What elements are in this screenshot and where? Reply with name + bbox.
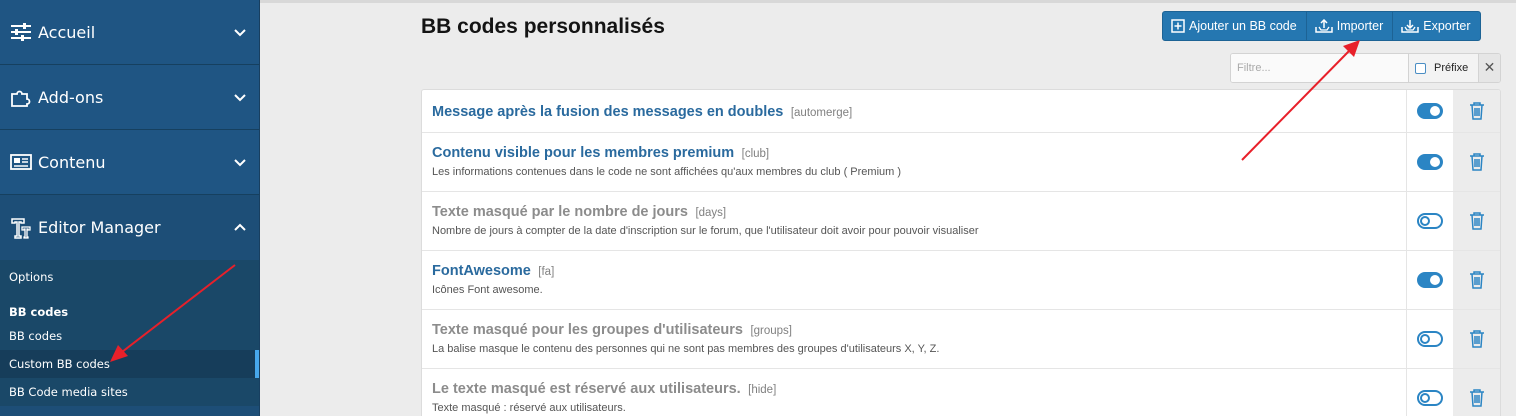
prefix-label: Préfixe bbox=[1434, 62, 1469, 74]
toggle-cell bbox=[1406, 133, 1453, 191]
enable-toggle[interactable] bbox=[1417, 331, 1443, 347]
submenu-custom-bbcodes[interactable]: Custom BB codes bbox=[0, 350, 259, 378]
nav-label: Editor Manager bbox=[38, 218, 161, 237]
nav-section-editor-manager[interactable]: Editor Manager bbox=[0, 195, 259, 260]
row-description: Nombre de jours à compter de la date d'i… bbox=[432, 225, 979, 237]
newspaper-icon bbox=[10, 151, 32, 173]
toggle-cell bbox=[1406, 369, 1453, 416]
row-title: FontAwesome bbox=[432, 263, 531, 279]
enable-toggle[interactable] bbox=[1417, 213, 1443, 229]
delete-button[interactable] bbox=[1453, 192, 1500, 250]
header-button-group: Ajouter un BB code Importer Exporter bbox=[1162, 11, 1481, 41]
toggle-cell bbox=[1406, 90, 1453, 132]
add-bbcode-button[interactable]: Ajouter un BB code bbox=[1163, 12, 1307, 40]
nav-label: Accueil bbox=[38, 22, 96, 42]
delete-button[interactable] bbox=[1453, 369, 1500, 416]
nav-label: Contenu bbox=[38, 152, 106, 172]
row-link[interactable]: Contenu visible pour les membres premium… bbox=[422, 133, 1406, 191]
text-tool-icon bbox=[10, 217, 32, 239]
delete-button[interactable] bbox=[1453, 251, 1500, 309]
filter-bar: Préfixe ✕ bbox=[1230, 53, 1501, 83]
nav-section-contenu[interactable]: Contenu bbox=[0, 130, 259, 195]
clear-filter-button[interactable]: ✕ bbox=[1478, 54, 1500, 82]
nav-section-add-ons[interactable]: Add-ons bbox=[0, 65, 259, 130]
chevron-down-icon bbox=[234, 159, 246, 167]
submenu-bbcode-media-sites[interactable]: BB Code media sites bbox=[0, 378, 259, 406]
submenu-heading-bbcodes: BB codes bbox=[9, 305, 69, 319]
trash-icon bbox=[1469, 330, 1484, 348]
trash-icon bbox=[1469, 153, 1484, 171]
row-link[interactable]: Texte masqué pour les groupes d'utilisat… bbox=[422, 310, 1406, 368]
submenu-options[interactable]: Options bbox=[0, 260, 259, 294]
list-item: FontAwesome [fa] Icônes Font awesome. bbox=[422, 251, 1500, 310]
row-key: [groups] bbox=[750, 325, 792, 337]
bbcode-list: Message après la fusion des messages en … bbox=[421, 89, 1501, 416]
trash-icon bbox=[1469, 102, 1484, 120]
sliders-icon bbox=[10, 21, 32, 43]
prefix-toggle[interactable]: Préfixe bbox=[1408, 54, 1478, 82]
editor-manager-submenu: Options BB codes BB codes Custom BB code… bbox=[0, 260, 259, 406]
row-description: Les informations contenues dans le code … bbox=[432, 166, 902, 178]
enable-toggle[interactable] bbox=[1417, 154, 1443, 170]
export-button[interactable]: Exporter bbox=[1393, 12, 1479, 40]
top-strip bbox=[260, 0, 1516, 3]
row-title: Contenu visible pour les membres premium bbox=[432, 145, 735, 161]
delete-button[interactable] bbox=[1453, 310, 1500, 368]
row-key: [days] bbox=[695, 207, 727, 219]
nav-label: Add-ons bbox=[38, 87, 104, 107]
enable-toggle[interactable] bbox=[1417, 272, 1443, 288]
download-tray-icon bbox=[1401, 20, 1420, 33]
row-key: [hide] bbox=[748, 384, 777, 396]
row-title: Texte masqué par le nombre de jours bbox=[432, 204, 688, 220]
row-description: Icônes Font awesome. bbox=[432, 284, 543, 296]
delete-button[interactable] bbox=[1453, 90, 1500, 132]
add-bbcode-label: Ajouter un BB code bbox=[1189, 19, 1297, 33]
trash-icon bbox=[1469, 271, 1484, 289]
list-item: Message après la fusion des messages en … bbox=[422, 90, 1500, 133]
list-item: Texte masqué par le nombre de jours [day… bbox=[422, 192, 1500, 251]
puzzle-icon bbox=[10, 86, 32, 108]
plus-square-icon bbox=[1171, 19, 1185, 33]
row-key: [automerge] bbox=[790, 107, 853, 119]
submenu-bbcodes[interactable]: BB codes bbox=[0, 322, 259, 350]
trash-icon bbox=[1469, 389, 1484, 407]
upload-tray-icon bbox=[1314, 19, 1333, 33]
import-button[interactable]: Importer bbox=[1307, 12, 1394, 40]
row-description: Texte masqué : réservé aux utilisateurs. bbox=[432, 402, 626, 414]
row-title: Le texte masqué est réservé aux utilisat… bbox=[432, 381, 741, 397]
filter-input[interactable] bbox=[1231, 54, 1408, 82]
export-label: Exporter bbox=[1423, 19, 1471, 33]
chevron-down-icon bbox=[234, 94, 246, 102]
row-title: Message après la fusion des messages en … bbox=[432, 104, 784, 120]
page-title: BB codes personnalisés bbox=[421, 15, 665, 38]
row-link[interactable]: Texte masqué par le nombre de jours [day… bbox=[422, 192, 1406, 250]
row-title: Texte masqué pour les groupes d'utilisat… bbox=[432, 322, 743, 338]
toggle-cell bbox=[1406, 192, 1453, 250]
prefix-checkbox[interactable] bbox=[1415, 62, 1426, 74]
delete-button[interactable] bbox=[1453, 133, 1500, 191]
sidebar: Accueil Add-ons Contenu Editor Manager O… bbox=[0, 0, 260, 416]
row-link[interactable]: Message après la fusion des messages en … bbox=[422, 90, 1406, 132]
toggle-cell bbox=[1406, 251, 1453, 309]
list-item: Contenu visible pour les membres premium… bbox=[422, 133, 1500, 192]
nav-section-accueil[interactable]: Accueil bbox=[0, 0, 259, 65]
row-key: [club] bbox=[741, 148, 770, 160]
list-item: Le texte masqué est réservé aux utilisat… bbox=[422, 369, 1500, 416]
row-key: [fa] bbox=[538, 266, 555, 278]
row-link[interactable]: FontAwesome [fa] Icônes Font awesome. bbox=[422, 251, 1406, 309]
row-description: La balise masque le contenu des personne… bbox=[432, 343, 940, 355]
enable-toggle[interactable] bbox=[1417, 103, 1443, 119]
import-label: Importer bbox=[1336, 19, 1384, 33]
close-icon: ✕ bbox=[1483, 60, 1496, 76]
row-link[interactable]: Le texte masqué est réservé aux utilisat… bbox=[422, 369, 1406, 416]
list-item: Texte masqué pour les groupes d'utilisat… bbox=[422, 310, 1500, 369]
toggle-cell bbox=[1406, 310, 1453, 368]
trash-icon bbox=[1469, 212, 1484, 230]
enable-toggle[interactable] bbox=[1417, 390, 1443, 406]
chevron-down-icon bbox=[234, 29, 246, 37]
chevron-up-icon bbox=[234, 223, 246, 231]
